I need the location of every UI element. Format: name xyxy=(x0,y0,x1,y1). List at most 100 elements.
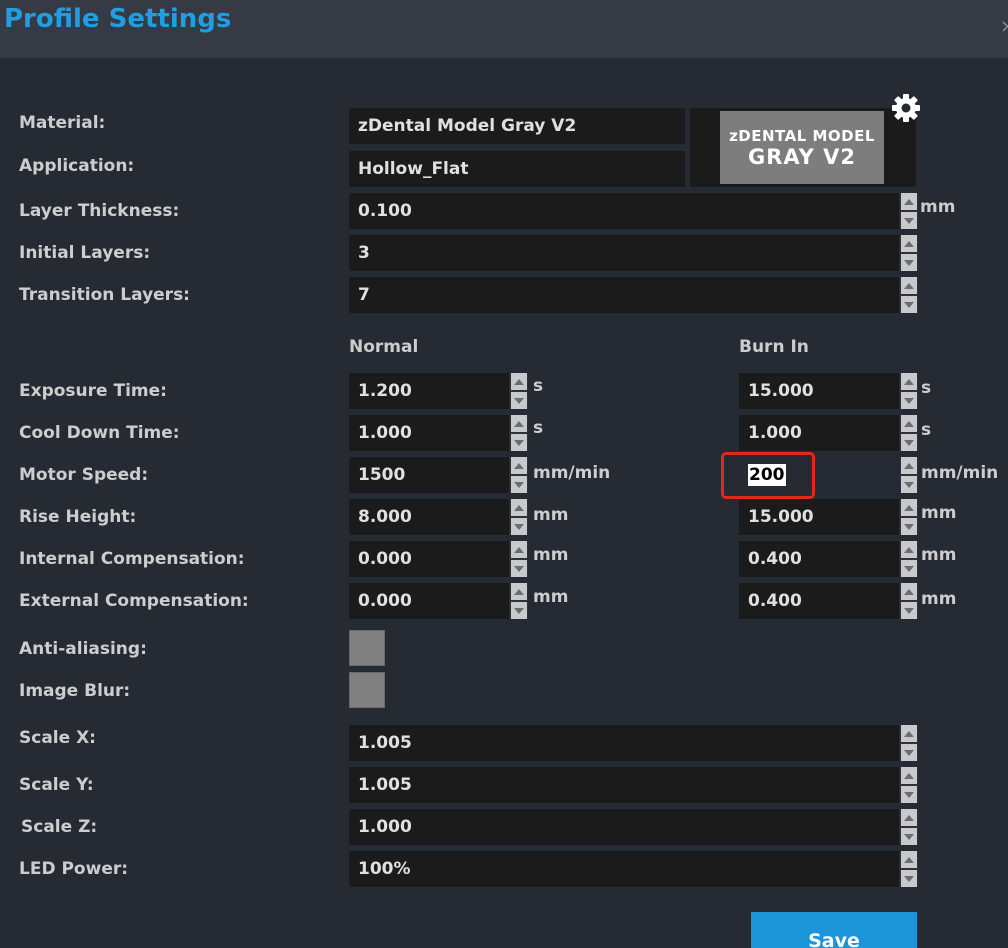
chevron-down-icon[interactable] xyxy=(901,476,917,493)
close-icon[interactable]: × xyxy=(1000,16,1008,37)
cool-down-time-label: Cool Down Time: xyxy=(19,423,180,443)
chevron-up-icon[interactable] xyxy=(511,541,527,558)
chevron-down-icon[interactable] xyxy=(901,212,917,229)
layer-thickness-unit: mm xyxy=(920,197,956,217)
internal-compensation-burn-in-unit: mm xyxy=(921,545,957,565)
led-power-input[interactable]: 100% xyxy=(349,851,899,887)
chevron-up-icon[interactable] xyxy=(901,809,917,826)
transition-layers-input[interactable]: 7 xyxy=(349,277,899,313)
motor-speed-burn-in-spinner[interactable] xyxy=(900,457,918,493)
scale-x-input[interactable]: 1.005 xyxy=(349,725,899,761)
chevron-up-icon[interactable] xyxy=(901,499,917,516)
chevron-up-icon[interactable] xyxy=(901,725,917,742)
chevron-down-icon[interactable] xyxy=(901,744,917,761)
chevron-down-icon[interactable] xyxy=(901,296,917,313)
internal-compensation-normal-spinner[interactable] xyxy=(510,541,528,577)
scale-z-label: Scale Z: xyxy=(21,817,98,837)
rise-height-burn-in-input[interactable]: 15.000 xyxy=(739,499,899,535)
chevron-up-icon[interactable] xyxy=(511,583,527,600)
initial-layers-label: Initial Layers: xyxy=(19,243,151,263)
transition-layers-spinner[interactable] xyxy=(900,277,918,313)
gear-icon[interactable] xyxy=(890,92,922,124)
chevron-up-icon[interactable] xyxy=(901,277,917,294)
rise-height-burn-in-spinner[interactable] xyxy=(900,499,918,535)
normal-column-header: Normal xyxy=(349,337,419,357)
chevron-up-icon[interactable] xyxy=(901,851,917,868)
chevron-up-icon[interactable] xyxy=(901,767,917,784)
save-button[interactable]: Save xyxy=(751,912,917,948)
window-title: Profile Settings xyxy=(4,4,232,34)
exposure-time-burn-in-spinner[interactable] xyxy=(900,373,918,409)
motor-speed-normal-input[interactable]: 1500 xyxy=(349,457,509,493)
anti-aliasing-checkbox[interactable] xyxy=(349,630,385,666)
annotation-highlight-box xyxy=(721,452,815,499)
chevron-down-icon[interactable] xyxy=(901,392,917,409)
title-bar: Profile Settings × xyxy=(0,0,1008,58)
external-compensation-burn-in-input[interactable]: 0.400 xyxy=(739,583,899,619)
external-compensation-normal-spinner[interactable] xyxy=(510,583,528,619)
cool-down-burn-in-input[interactable]: 1.000 xyxy=(739,415,899,451)
chevron-up-icon[interactable] xyxy=(511,457,527,474)
chevron-down-icon[interactable] xyxy=(511,518,527,535)
led-power-spinner[interactable] xyxy=(900,851,918,887)
chevron-down-icon[interactable] xyxy=(511,476,527,493)
chevron-down-icon[interactable] xyxy=(901,518,917,535)
chevron-down-icon[interactable] xyxy=(901,828,917,845)
scale-z-spinner[interactable] xyxy=(900,809,918,845)
chevron-up-icon[interactable] xyxy=(901,457,917,474)
initial-layers-spinner[interactable] xyxy=(900,235,918,271)
material-field[interactable]: zDental Model Gray V2 xyxy=(349,108,685,144)
rise-height-normal-unit: mm xyxy=(533,505,569,525)
external-compensation-label: External Compensation: xyxy=(19,591,249,611)
rise-height-normal-input[interactable]: 8.000 xyxy=(349,499,509,535)
motor-speed-label: Motor Speed: xyxy=(19,465,149,485)
exposure-time-normal-unit: s xyxy=(533,376,544,396)
motor-speed-normal-spinner[interactable] xyxy=(510,457,528,493)
application-field[interactable]: Hollow_Flat xyxy=(349,151,685,187)
exposure-time-burn-in-input[interactable]: 15.000 xyxy=(739,373,899,409)
image-blur-checkbox[interactable] xyxy=(349,672,385,708)
chevron-down-icon[interactable] xyxy=(901,434,917,451)
initial-layers-input[interactable]: 3 xyxy=(349,235,899,271)
led-power-label: LED Power: xyxy=(19,859,129,879)
chevron-down-icon[interactable] xyxy=(901,870,917,887)
material-thumbnail-frame: zDENTAL MODEL GRAY V2 xyxy=(690,108,916,187)
chevron-down-icon[interactable] xyxy=(901,560,917,577)
chevron-up-icon[interactable] xyxy=(901,583,917,600)
cool-down-normal-spinner[interactable] xyxy=(510,415,528,451)
cool-down-burn-in-spinner[interactable] xyxy=(900,415,918,451)
layer-thickness-input[interactable]: 0.100 xyxy=(349,193,899,229)
transition-layers-label: Transition Layers: xyxy=(19,285,190,305)
chevron-down-icon[interactable] xyxy=(901,602,917,619)
rise-height-label: Rise Height: xyxy=(19,507,137,527)
chevron-down-icon[interactable] xyxy=(511,560,527,577)
rise-height-normal-spinner[interactable] xyxy=(510,499,528,535)
chevron-down-icon[interactable] xyxy=(901,786,917,803)
chevron-up-icon[interactable] xyxy=(901,373,917,390)
chevron-up-icon[interactable] xyxy=(901,235,917,252)
scale-z-input[interactable]: 1.000 xyxy=(349,809,899,845)
exposure-time-normal-spinner[interactable] xyxy=(510,373,528,409)
chevron-down-icon[interactable] xyxy=(511,392,527,409)
chevron-up-icon[interactable] xyxy=(901,541,917,558)
scale-x-spinner[interactable] xyxy=(900,725,918,761)
chevron-up-icon[interactable] xyxy=(901,415,917,432)
motor-speed-burn-in-unit: mm/min xyxy=(921,463,999,483)
chevron-up-icon[interactable] xyxy=(511,415,527,432)
scale-y-spinner[interactable] xyxy=(900,767,918,803)
chevron-up-icon[interactable] xyxy=(901,193,917,210)
chevron-down-icon[interactable] xyxy=(511,434,527,451)
internal-compensation-burn-in-input[interactable]: 0.400 xyxy=(739,541,899,577)
exposure-time-normal-input[interactable]: 1.200 xyxy=(349,373,509,409)
chevron-up-icon[interactable] xyxy=(511,499,527,516)
chevron-up-icon[interactable] xyxy=(511,373,527,390)
external-compensation-normal-input[interactable]: 0.000 xyxy=(349,583,509,619)
cool-down-normal-input[interactable]: 1.000 xyxy=(349,415,509,451)
external-compensation-burn-in-spinner[interactable] xyxy=(900,583,918,619)
chevron-down-icon[interactable] xyxy=(511,602,527,619)
internal-compensation-burn-in-spinner[interactable] xyxy=(900,541,918,577)
layer-thickness-spinner[interactable] xyxy=(900,193,918,229)
internal-compensation-normal-input[interactable]: 0.000 xyxy=(349,541,509,577)
scale-y-input[interactable]: 1.005 xyxy=(349,767,899,803)
chevron-down-icon[interactable] xyxy=(901,254,917,271)
